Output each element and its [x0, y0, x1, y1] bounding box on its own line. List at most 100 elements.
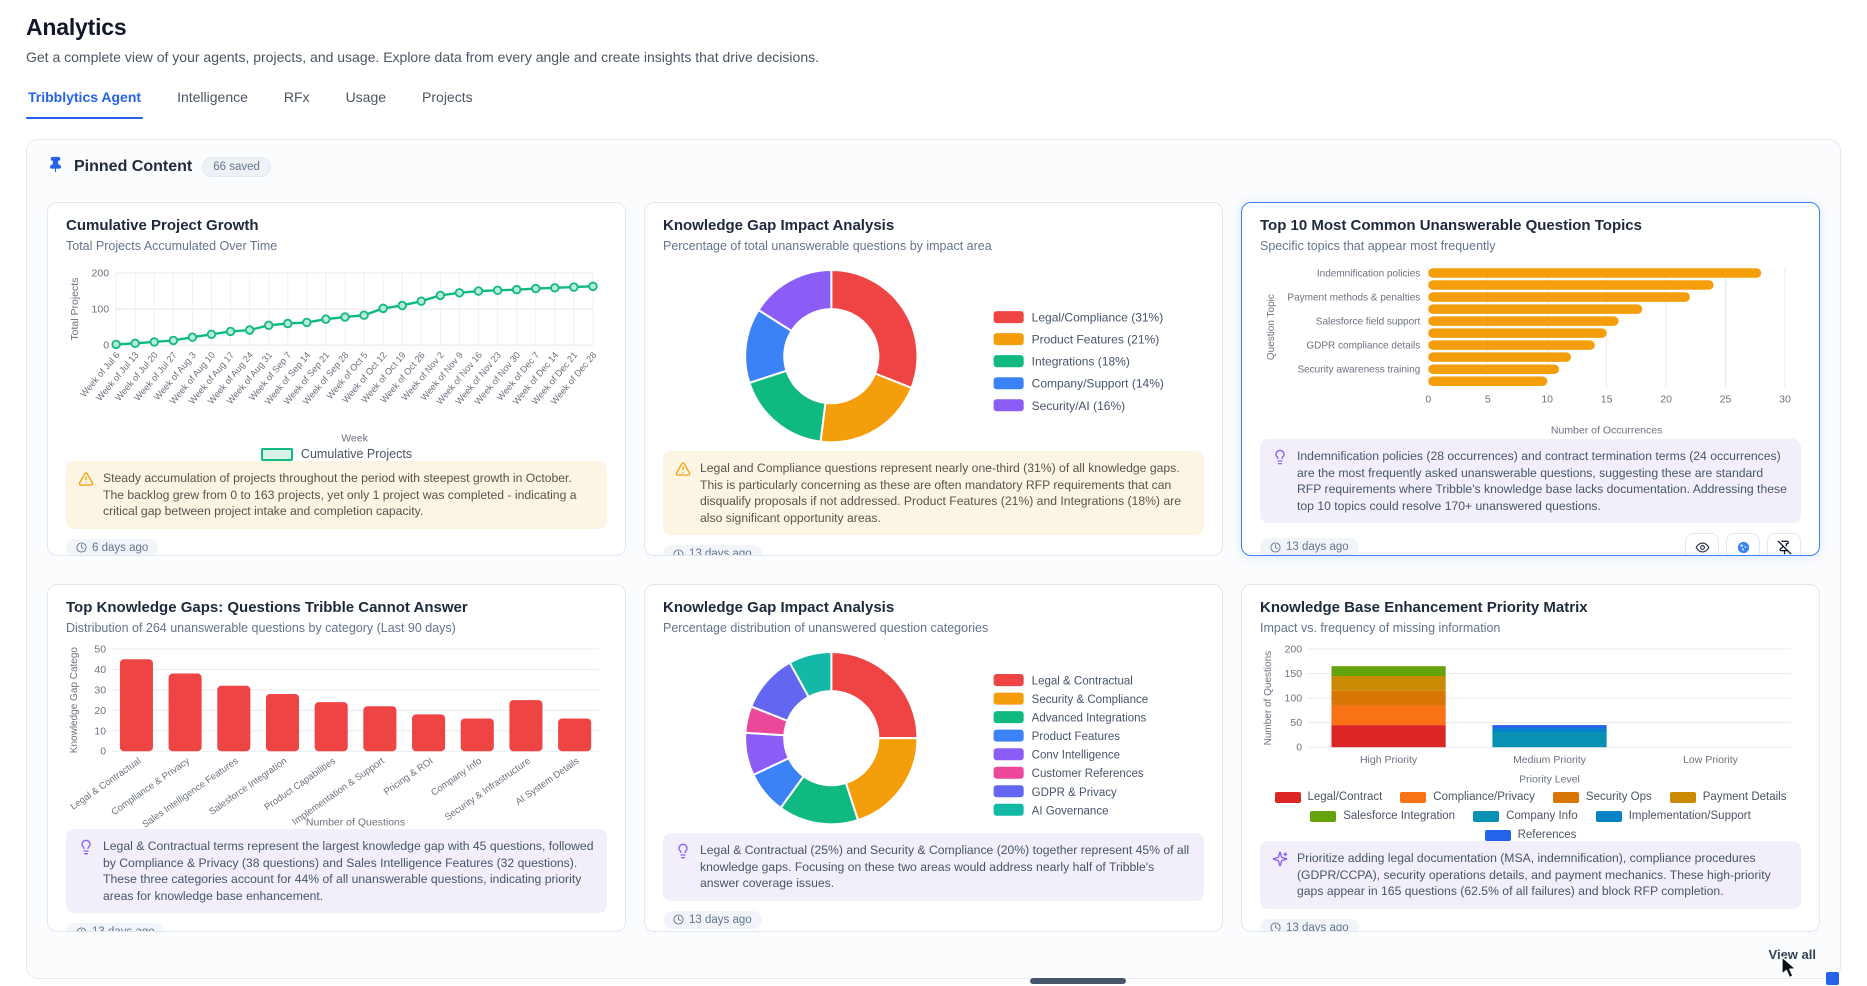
- svg-text:15: 15: [1601, 393, 1613, 405]
- card-subtitle: Specific topics that appear most frequen…: [1260, 239, 1801, 253]
- tab-tribblytics-agent[interactable]: Tribblytics Agent: [26, 83, 143, 119]
- svg-text:Medium Priority: Medium Priority: [1513, 754, 1587, 766]
- card-top-10-unanswerable-topics[interactable]: Top 10 Most Common Unanswerable Question…: [1241, 202, 1820, 556]
- svg-text:Question Topic: Question Topic: [1266, 294, 1277, 360]
- timestamp-badge: 13 days ago: [663, 545, 762, 556]
- svg-text:Indemnification policies: Indemnification policies: [1317, 269, 1420, 280]
- card-subtitle: Impact vs. frequency of missing informat…: [1260, 621, 1801, 635]
- svg-text:10: 10: [1541, 393, 1553, 405]
- svg-text:20: 20: [94, 705, 106, 717]
- legend-item: Salesforce Integration: [1310, 810, 1455, 822]
- svg-text:100: 100: [92, 304, 110, 316]
- card-footer: 13 days ago: [663, 911, 1204, 929]
- palette-button[interactable]: [1726, 533, 1760, 556]
- tab-projects[interactable]: Projects: [420, 83, 475, 119]
- lightbulb-icon: [78, 838, 94, 904]
- legend-swatch: [261, 448, 293, 461]
- clock-icon: [76, 542, 87, 553]
- card-knowledge-gap-impact-1[interactable]: Knowledge Gap Impact Analysis Percentage…: [644, 202, 1223, 556]
- card-footer: 6 days ago: [66, 539, 607, 556]
- svg-text:0: 0: [100, 746, 106, 758]
- svg-text:Salesforce field support: Salesforce field support: [1316, 317, 1421, 328]
- clock-icon: [1270, 922, 1281, 932]
- pinned-content-panel: Pinned Content 66 saved Cumulative Proje…: [26, 139, 1841, 979]
- card-title: Knowledge Gap Impact Analysis: [663, 599, 1204, 616]
- donut-chart: Legal/Compliance (31%)Product Features (…: [663, 261, 1204, 451]
- clock-icon: [1270, 542, 1281, 553]
- card-top-knowledge-gaps[interactable]: Top Knowledge Gaps: Questions Tribble Ca…: [47, 584, 626, 932]
- svg-text:GDPR compliance details: GDPR compliance details: [1306, 341, 1420, 352]
- svg-text:50: 50: [94, 644, 106, 656]
- svg-text:Number of Occurrences: Number of Occurrences: [1551, 424, 1662, 436]
- svg-text:Company/Support (14%): Company/Support (14%): [1032, 377, 1164, 391]
- view-button[interactable]: [1685, 533, 1719, 556]
- mouse-cursor: [1780, 956, 1802, 985]
- svg-text:Priority Level: Priority Level: [1519, 773, 1580, 785]
- insight-text: Indemnification policies (28 occurrences…: [1297, 448, 1789, 514]
- insight-text: Legal and Compliance questions represent…: [700, 460, 1192, 526]
- analytics-page: Analytics Get a complete view of your ag…: [0, 0, 1867, 986]
- card-title: Top Knowledge Gaps: Questions Tribble Ca…: [66, 599, 607, 616]
- unpin-button[interactable]: [1767, 533, 1801, 556]
- card-cumulative-project-growth[interactable]: Cumulative Project Growth Total Projects…: [47, 202, 626, 556]
- card-footer: 13 days ago: [663, 545, 1204, 556]
- svg-text:0: 0: [103, 340, 109, 352]
- legend-item: Payment Details: [1670, 791, 1787, 803]
- page-subtitle: Get a complete view of your agents, proj…: [26, 49, 1841, 65]
- svg-text:Number of Questions: Number of Questions: [1263, 651, 1274, 746]
- svg-text:200: 200: [92, 268, 110, 280]
- card-title: Knowledge Base Enhancement Priority Matr…: [1260, 599, 1801, 616]
- stacked-chart-legend: Legal/ContractCompliance/PrivacySecurity…: [1260, 791, 1801, 841]
- tab-bar: Tribblytics Agent Intelligence RFx Usage…: [0, 83, 1867, 119]
- hbar-chart-wrap: 051015202530Indemnification policiesPaym…: [1260, 261, 1801, 439]
- svg-text:150: 150: [1285, 668, 1303, 680]
- svg-text:Compliance & Privacy: Compliance & Privacy: [109, 756, 192, 818]
- timestamp-badge: 6 days ago: [66, 539, 158, 556]
- svg-text:10: 10: [94, 725, 106, 737]
- svg-text:30: 30: [1779, 393, 1791, 405]
- svg-text:Legal & Contractual: Legal & Contractual: [1032, 676, 1133, 688]
- insight-idea: Legal & Contractual (25%) and Security &…: [663, 833, 1204, 900]
- legend-item: Compliance/Privacy: [1400, 791, 1535, 803]
- svg-text:Week: Week: [341, 432, 368, 444]
- svg-text:GDPR & Privacy: GDPR & Privacy: [1032, 787, 1117, 799]
- tab-intelligence[interactable]: Intelligence: [175, 83, 250, 119]
- insight-text: Legal & Contractual (25%) and Security &…: [700, 842, 1192, 891]
- svg-text:Low Priority: Low Priority: [1683, 754, 1739, 766]
- timestamp-badge: 13 days ago: [1260, 538, 1359, 556]
- vbar-chart-wrap: 01020304050Legal & ContractualCompliance…: [66, 643, 607, 829]
- view-all-row: View all: [47, 946, 1820, 964]
- palette-icon: [1736, 540, 1751, 555]
- svg-text:Sales Intelligence Features: Sales Intelligence Features: [140, 756, 240, 830]
- legend-item: Security Ops: [1553, 791, 1652, 803]
- insight-idea: Legal & Contractual terms represent the …: [66, 829, 607, 913]
- tab-rfx[interactable]: RFx: [282, 83, 312, 119]
- pinned-content-title: Pinned Content: [74, 158, 192, 176]
- stack-chart-wrap: 050100150200High PriorityMedium Priority…: [1260, 643, 1801, 841]
- svg-text:200: 200: [1285, 644, 1303, 656]
- card-knowledge-gap-impact-2[interactable]: Knowledge Gap Impact Analysis Percentage…: [644, 584, 1223, 932]
- svg-text:30: 30: [94, 684, 106, 696]
- donut-chart-wrap: Legal & ContractualSecurity & Compliance…: [663, 643, 1204, 833]
- svg-text:Total Projects: Total Projects: [69, 278, 81, 341]
- svg-text:20: 20: [1660, 393, 1672, 405]
- card-priority-matrix[interactable]: Knowledge Base Enhancement Priority Matr…: [1241, 584, 1820, 932]
- card-title: Cumulative Project Growth: [66, 217, 607, 234]
- insight-idea: Indemnification policies (28 occurrences…: [1260, 439, 1801, 523]
- horizontal-scrollbar-thumb[interactable]: [1030, 978, 1126, 984]
- sparkles-icon: [1272, 850, 1288, 899]
- line-chart-wrap: 0100200Week of Jul 6Week of Jul 13Week o…: [66, 261, 607, 461]
- eye-icon: [1695, 540, 1710, 555]
- svg-text:100: 100: [1285, 693, 1303, 705]
- tab-usage[interactable]: Usage: [344, 83, 388, 119]
- svg-text:0: 0: [1296, 742, 1302, 754]
- insight-text: Steady accumulation of projects througho…: [103, 470, 595, 519]
- svg-text:Advanced Integrations: Advanced Integrations: [1032, 713, 1147, 725]
- insight-warning: Steady accumulation of projects througho…: [66, 461, 607, 528]
- scroll-corner-indicator[interactable]: [1826, 972, 1839, 985]
- donut-chart: Legal & ContractualSecurity & Compliance…: [663, 643, 1204, 833]
- svg-text:Integrations (18%): Integrations (18%): [1032, 355, 1130, 369]
- card-footer: 13 days ago: [1260, 919, 1801, 932]
- vertical-bar-chart: 01020304050Legal & ContractualCompliance…: [66, 643, 607, 829]
- donut-chart-wrap: Legal/Compliance (31%)Product Features (…: [663, 261, 1204, 451]
